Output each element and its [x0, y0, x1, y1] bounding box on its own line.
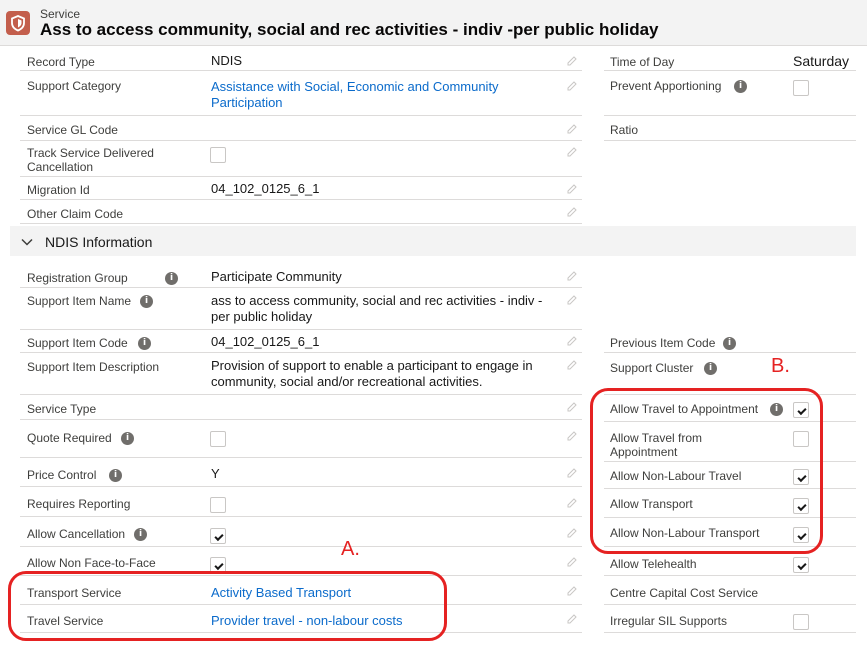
ndis-section-title: NDIS Information	[45, 234, 153, 250]
edit-allow-non-face-to-face-icon[interactable]	[566, 556, 578, 568]
field-label-service-gl-code: Service GL Code	[27, 123, 118, 137]
checkbox-requires-reporting[interactable]	[210, 497, 226, 513]
edit-service-type-icon[interactable]	[566, 401, 578, 413]
field-label-allow-telehealth: Allow Telehealth	[610, 557, 697, 571]
field-label-irregular-sil-supports: Irregular SIL Supports	[610, 614, 727, 628]
field-label-support-item-name: Support Item Name	[27, 294, 132, 308]
info-icon[interactable]: i	[140, 295, 153, 308]
field-label-allow-non-face-to-face: Allow Non Face-to-Face	[27, 556, 156, 570]
edit-track-service-delivered-cancellation-icon[interactable]	[566, 146, 578, 158]
field-label-support-category: Support Category	[27, 79, 122, 93]
edit-migration-id-icon[interactable]	[566, 183, 578, 195]
field-value-time-of-day: Saturday	[793, 53, 850, 69]
record-header: Service Ass to access community, social …	[0, 0, 867, 46]
annotation-box-a	[8, 571, 447, 641]
field-label-migration-id: Migration Id	[27, 183, 90, 197]
field-value-support-item-name: ass to access community, social and rec …	[211, 293, 543, 324]
field-label-allow-cancellation: Allow Cancellation	[27, 527, 126, 541]
info-icon[interactable]: i	[734, 80, 747, 93]
checkbox-allow-cancellation[interactable]	[210, 528, 226, 544]
field-value-migration-id: 04_102_0125_6_1	[211, 181, 320, 196]
field-label-registration-group: Registration Group	[27, 271, 128, 285]
field-label-support-cluster: Support Cluster	[610, 361, 694, 375]
service-shield-icon	[6, 11, 30, 35]
object-type-label: Service	[40, 7, 81, 21]
edit-support-item-description-icon[interactable]	[566, 359, 578, 371]
edit-service-gl-code-icon[interactable]	[566, 123, 578, 135]
info-icon[interactable]: i	[109, 469, 122, 482]
field-label-support-item-code: Support Item Code	[27, 336, 128, 350]
field-label-support-item-description: Support Item Description	[27, 360, 160, 374]
field-label-quote-required: Quote Required	[27, 431, 112, 445]
edit-travel-service-icon[interactable]	[566, 613, 578, 625]
info-icon[interactable]: i	[704, 362, 717, 375]
field-value-registration-group: Participate Community	[211, 269, 342, 284]
annotation-label-a: A.	[341, 538, 360, 560]
field-label-ratio: Ratio	[610, 123, 639, 137]
field-label-prevent-apportioning: Prevent Apportioning	[610, 79, 722, 93]
edit-requires-reporting-icon[interactable]	[566, 497, 578, 509]
annotation-box-b	[590, 388, 823, 554]
record-title: Ass to access community, social and rec …	[40, 20, 659, 39]
edit-price-control-icon[interactable]	[566, 467, 578, 479]
annotation-label-b: B.	[771, 355, 790, 377]
checkbox-quote-required[interactable]	[210, 431, 226, 447]
field-label-centre-capital-cost-service: Centre Capital Cost Service	[610, 586, 759, 600]
change-record-type-icon[interactable]	[566, 55, 578, 67]
field-label-price-control: Price Control	[27, 468, 97, 482]
checkbox-allow-telehealth[interactable]	[793, 557, 809, 573]
edit-support-category-icon[interactable]	[566, 80, 578, 92]
field-label-other-claim-code: Other Claim Code	[27, 207, 124, 221]
info-icon[interactable]: i	[134, 528, 147, 541]
edit-transport-service-icon[interactable]	[566, 585, 578, 597]
field-value-record-type: NDIS	[211, 53, 243, 68]
field-label-previous-item-code: Previous Item Code	[610, 336, 716, 350]
checkbox-track-service-delivered-cancellation[interactable]	[210, 147, 226, 163]
chevron-down-icon[interactable]	[21, 236, 33, 248]
edit-support-item-code-icon[interactable]	[566, 335, 578, 347]
info-icon[interactable]: i	[723, 337, 736, 350]
edit-registration-group-icon[interactable]	[566, 270, 578, 282]
edit-quote-required-icon[interactable]	[566, 430, 578, 442]
checkbox-irregular-sil-supports[interactable]	[793, 614, 809, 630]
field-label-track-service-delivered-cancellation: Track Service Delivered Cancellation	[27, 146, 154, 174]
checkbox-prevent-apportioning[interactable]	[793, 80, 809, 96]
edit-allow-cancellation-icon[interactable]	[566, 527, 578, 539]
field-value-support-item-code: 04_102_0125_6_1	[211, 334, 320, 349]
field-label-requires-reporting: Requires Reporting	[27, 497, 131, 511]
field-value-price-control: Y	[211, 466, 220, 481]
info-icon[interactable]: i	[138, 337, 151, 350]
info-icon[interactable]: i	[165, 272, 178, 285]
field-value-support-category[interactable]: Assistance with Social, Economic and Com…	[211, 79, 551, 111]
field-value-support-item-description: Provision of support to enable a partici…	[211, 358, 533, 389]
info-icon[interactable]: i	[121, 432, 134, 445]
field-label-record-type: Record Type	[27, 55, 95, 69]
edit-other-claim-code-icon[interactable]	[566, 206, 578, 218]
field-label-time-of-day: Time of Day	[610, 55, 675, 69]
field-label-service-type: Service Type	[27, 402, 97, 416]
edit-support-item-name-icon[interactable]	[566, 294, 578, 306]
